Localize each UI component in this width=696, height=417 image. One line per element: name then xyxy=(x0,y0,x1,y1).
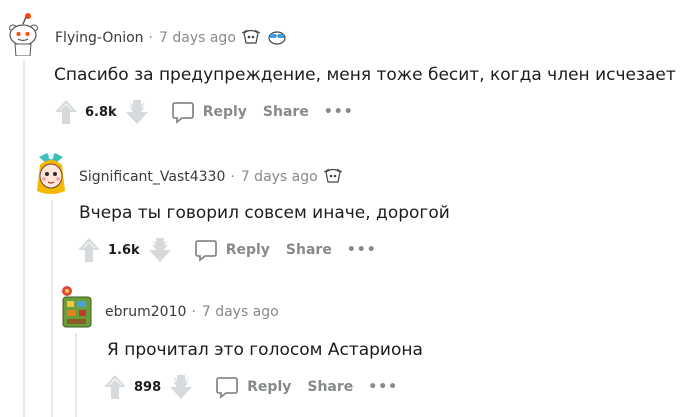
comment-bubble-icon xyxy=(216,377,239,399)
award-icon[interactable] xyxy=(322,166,344,188)
share-button[interactable]: Share xyxy=(307,379,353,395)
comment-bubble-icon xyxy=(194,240,217,262)
reply-label: Reply xyxy=(247,379,292,395)
reply-button[interactable]: Reply xyxy=(194,238,270,262)
downvote-icon[interactable] xyxy=(125,99,149,125)
thread-line[interactable] xyxy=(23,60,25,417)
upvote-icon[interactable] xyxy=(54,99,78,125)
award-icon[interactable] xyxy=(240,27,262,49)
comment-actions: 6.8k Reply Share ••• xyxy=(54,99,354,125)
timestamp[interactable]: 7 days ago xyxy=(202,304,279,320)
avatar[interactable] xyxy=(58,284,94,330)
author-name[interactable]: Significant_Vast4330 xyxy=(79,169,225,185)
upvote-icon[interactable] xyxy=(77,237,101,263)
vote-count: 1.6k xyxy=(108,242,140,258)
timestamp[interactable]: 7 days ago xyxy=(159,30,236,46)
comment-actions: 1.6k Reply Share ••• xyxy=(77,237,377,263)
author-name[interactable]: ebrum2010 xyxy=(105,304,186,320)
thread-line[interactable] xyxy=(51,200,53,417)
more-options-button[interactable]: ••• xyxy=(347,242,377,258)
comment-meta: ebrum2010 · 7 days ago xyxy=(105,304,279,320)
reply-label: Reply xyxy=(202,104,247,120)
avatar[interactable] xyxy=(33,151,69,197)
separator: · xyxy=(230,169,235,185)
downvote-icon[interactable] xyxy=(169,374,193,400)
reply-button[interactable]: Reply xyxy=(215,375,291,399)
separator: · xyxy=(191,304,196,320)
more-options-button[interactable]: ••• xyxy=(368,379,398,395)
author-name[interactable]: Flying-Onion xyxy=(55,30,144,46)
reply-button[interactable]: Reply xyxy=(171,100,247,124)
comment-body: Спасибо за предупреждение, меня тоже бес… xyxy=(54,65,676,85)
comment-body: Вчера ты говорил совсем иначе, дорогой xyxy=(79,203,450,223)
award-icon[interactable] xyxy=(266,27,288,49)
reply-label: Reply xyxy=(225,242,270,258)
comment-bubble-icon xyxy=(171,102,194,124)
upvote-icon[interactable] xyxy=(103,374,127,400)
comment-meta: Flying-Onion · 7 days ago xyxy=(55,27,288,49)
comment-body: Я прочитал это голосом Астариона xyxy=(107,340,423,360)
thread-line[interactable] xyxy=(75,333,77,417)
share-button[interactable]: Share xyxy=(286,242,332,258)
comment-meta: Significant_Vast4330 · 7 days ago xyxy=(79,166,344,188)
avatar[interactable] xyxy=(6,10,40,56)
downvote-icon[interactable] xyxy=(148,237,172,263)
separator: · xyxy=(148,30,153,46)
more-options-button[interactable]: ••• xyxy=(324,104,354,120)
timestamp[interactable]: 7 days ago xyxy=(241,169,318,185)
share-button[interactable]: Share xyxy=(263,104,309,120)
vote-count: 898 xyxy=(134,379,162,395)
vote-count: 6.8k xyxy=(85,104,117,120)
comment-actions: 898 Reply Share ••• xyxy=(103,374,398,400)
